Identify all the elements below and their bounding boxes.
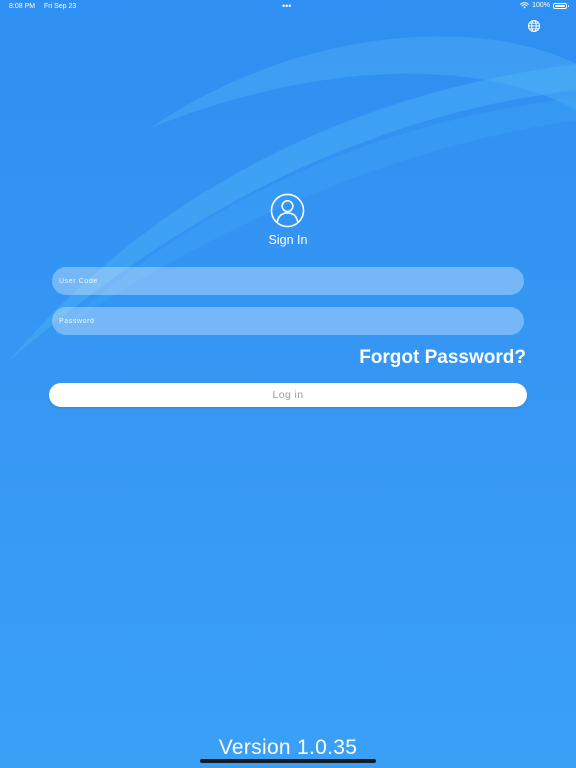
status-time: 8:08 PM (9, 3, 36, 10)
battery-percent: 100% (532, 2, 550, 9)
user-circle-icon (270, 193, 305, 228)
status-date: Fri Sep 23 (44, 3, 77, 10)
status-bar: 8:08 PM Fri Sep 23 ••• 100% (0, 0, 576, 14)
battery-icon (553, 2, 569, 9)
multitasking-dots[interactable]: ••• (282, 1, 291, 11)
forgot-password-link[interactable]: Forgot Password? (359, 347, 526, 369)
home-indicator[interactable] (200, 759, 376, 763)
sign-in-title: Sign In (268, 233, 308, 247)
user-code-input[interactable] (52, 267, 524, 295)
version-label: Version 1.0.35 (218, 736, 358, 759)
wifi-icon (520, 2, 529, 9)
globe-icon[interactable] (527, 19, 541, 33)
password-input[interactable] (52, 307, 524, 335)
status-indicators: 100% (520, 2, 569, 9)
login-button[interactable]: Log in (49, 383, 527, 407)
